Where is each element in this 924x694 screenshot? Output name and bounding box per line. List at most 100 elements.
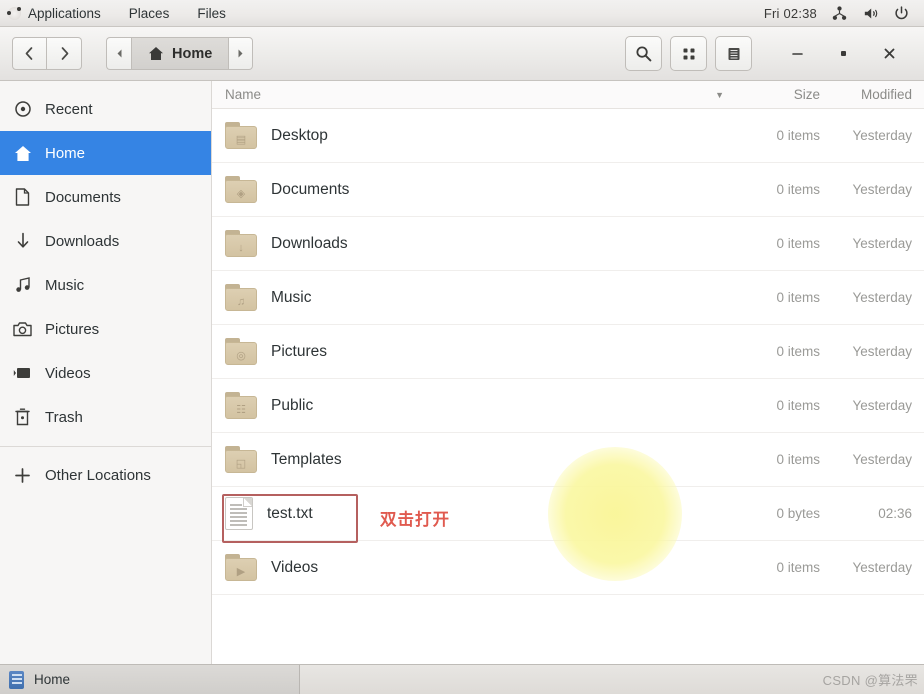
chevron-right-icon: [61, 47, 68, 60]
file-rows-container: ▤ Desktop 0 items Yesterday ◈ Documents 0 item…: [212, 109, 924, 595]
table-row[interactable]: ▤ Desktop 0 items Yesterday: [212, 109, 924, 163]
files-menu[interactable]: Files: [183, 0, 240, 27]
sidebar-item-label: Downloads: [45, 232, 120, 250]
volume-icon[interactable]: [862, 5, 879, 22]
table-row[interactable]: ☷ Public 0 items Yesterday: [212, 379, 924, 433]
table-row[interactable]: ◈ Documents 0 items Yesterday: [212, 163, 924, 217]
file-name-label: Desktop: [271, 126, 328, 144]
file-size-cell: 0 items: [776, 182, 820, 197]
download-arrow-icon: [13, 232, 32, 251]
column-header-name[interactable]: Name ▼: [225, 87, 738, 102]
folder-icon: ◎: [225, 338, 257, 365]
grid-view-icon: [683, 48, 694, 59]
file-size-cell: 0 items: [776, 452, 820, 467]
file-size-cell: 0 items: [776, 128, 820, 143]
file-name-cell: ♫ Music: [225, 284, 738, 311]
file-size-cell: 0 items: [776, 560, 820, 575]
file-modified-cell: Yesterday: [852, 182, 912, 197]
taskbar-window-home[interactable]: Home: [0, 665, 300, 694]
grid-view-button[interactable]: [670, 36, 707, 71]
folder-glyph-icon: ♫: [236, 295, 246, 308]
folder-glyph-icon: ◱: [235, 458, 247, 470]
sidebar-item-music[interactable]: Music: [0, 263, 211, 307]
forward-button[interactable]: [47, 37, 82, 70]
sidebar-item-videos[interactable]: Videos: [0, 351, 211, 395]
table-row[interactable]: ◱ Templates 0 items Yesterday: [212, 433, 924, 487]
file-size-cell: 0 items: [776, 398, 820, 413]
close-button[interactable]: [866, 34, 912, 74]
file-manager-window: Home Recent Home Documents Downloads Mus…: [0, 27, 924, 664]
places-menu[interactable]: Places: [115, 0, 184, 27]
window-body: Recent Home Documents Downloads Music Pi…: [0, 81, 924, 664]
table-row[interactable]: ◎ Pictures 0 items Yesterday: [212, 325, 924, 379]
path-scroll-right-button[interactable]: [228, 37, 254, 70]
file-name-cell: ▤ Desktop: [225, 122, 738, 149]
sidebar-item-label: Music: [45, 276, 85, 294]
file-list-header: Name ▼ Size Modified: [212, 81, 924, 109]
sidebar-item-other-locations[interactable]: Other Locations: [0, 453, 211, 497]
table-row[interactable]: test.txt 0 bytes 02:36: [212, 487, 924, 541]
path-scroll-left-button[interactable]: [106, 37, 131, 70]
navigation-buttons: [12, 37, 82, 70]
desktop-screen: Applications Places Files Fri 02:38 Home…: [0, 0, 924, 694]
sidebar-item-documents[interactable]: Documents: [0, 175, 211, 219]
file-name-label: Pictures: [271, 342, 327, 360]
maximize-icon: [840, 51, 846, 56]
clock[interactable]: Fri 02:38: [764, 6, 817, 21]
file-modified-cell: Yesterday: [852, 128, 912, 143]
file-name-label: Downloads: [271, 234, 348, 252]
column-header-modified[interactable]: Modified: [820, 87, 924, 102]
file-size-cell: 0 bytes: [776, 506, 820, 521]
home-icon: [149, 47, 163, 60]
document-icon: [13, 188, 32, 207]
folder-glyph-icon: ◈: [236, 188, 246, 200]
folder-icon: ◈: [225, 176, 257, 203]
list-view-icon: [728, 47, 739, 60]
power-icon[interactable]: [893, 5, 910, 22]
table-row[interactable]: ▶ Videos 0 items Yesterday: [212, 541, 924, 595]
sidebar-item-label: Recent: [45, 100, 93, 118]
sidebar-item-trash[interactable]: Trash: [0, 395, 211, 439]
breadcrumb-item-home[interactable]: Home: [131, 37, 229, 70]
file-name-cell: ☷ Public: [225, 392, 738, 419]
file-list-view: Name ▼ Size Modified ▤ Desktop 0 items Yest…: [212, 81, 924, 664]
files-menu-label: Files: [197, 5, 226, 21]
file-modified-cell: Yesterday: [852, 452, 912, 467]
file-name-cell: ◈ Documents: [225, 176, 738, 203]
sidebar-item-downloads[interactable]: Downloads: [0, 219, 211, 263]
chevron-left-icon: [25, 47, 33, 60]
applications-menu[interactable]: Applications: [0, 0, 115, 27]
plus-icon: [13, 466, 32, 485]
top-bar-status-area: Fri 02:38: [764, 5, 924, 22]
folder-icon: ▤: [225, 122, 257, 149]
folder-glyph-icon: ☷: [236, 404, 246, 416]
maximize-button[interactable]: [820, 34, 866, 74]
column-header-size[interactable]: Size: [738, 87, 820, 102]
window-controls: [774, 34, 912, 74]
file-name-label: Documents: [271, 180, 350, 198]
folder-glyph-icon: ◎: [236, 350, 246, 362]
file-name-label: Public: [271, 396, 314, 414]
search-button[interactable]: [625, 36, 662, 71]
view-toolbar: [625, 36, 752, 71]
ubuntu-logo-icon: [7, 6, 21, 20]
network-icon[interactable]: [831, 5, 848, 22]
folder-icon: ▶: [225, 554, 257, 581]
sidebar-item-home[interactable]: Home: [0, 131, 211, 175]
sidebar-divider: [0, 446, 211, 447]
chevron-down-icon: ▼: [715, 89, 724, 100]
sidebar-item-pictures[interactable]: Pictures: [0, 307, 211, 351]
sidebar-item-recent[interactable]: Recent: [0, 87, 211, 131]
taskbar-window-label: Home: [34, 672, 71, 687]
text-file-icon: [225, 497, 253, 530]
file-modified-cell: Yesterday: [852, 398, 912, 413]
sidebar-item-label: Pictures: [45, 320, 100, 338]
table-row[interactable]: ↓ Downloads 0 items Yesterday: [212, 217, 924, 271]
close-icon: [884, 48, 894, 59]
triangle-right-icon: [238, 49, 243, 58]
minimize-button[interactable]: [774, 34, 820, 74]
list-view-button[interactable]: [715, 36, 752, 71]
back-button[interactable]: [12, 37, 47, 70]
folder-icon: ♫: [225, 284, 257, 311]
table-row[interactable]: ♫ Music 0 items Yesterday: [212, 271, 924, 325]
